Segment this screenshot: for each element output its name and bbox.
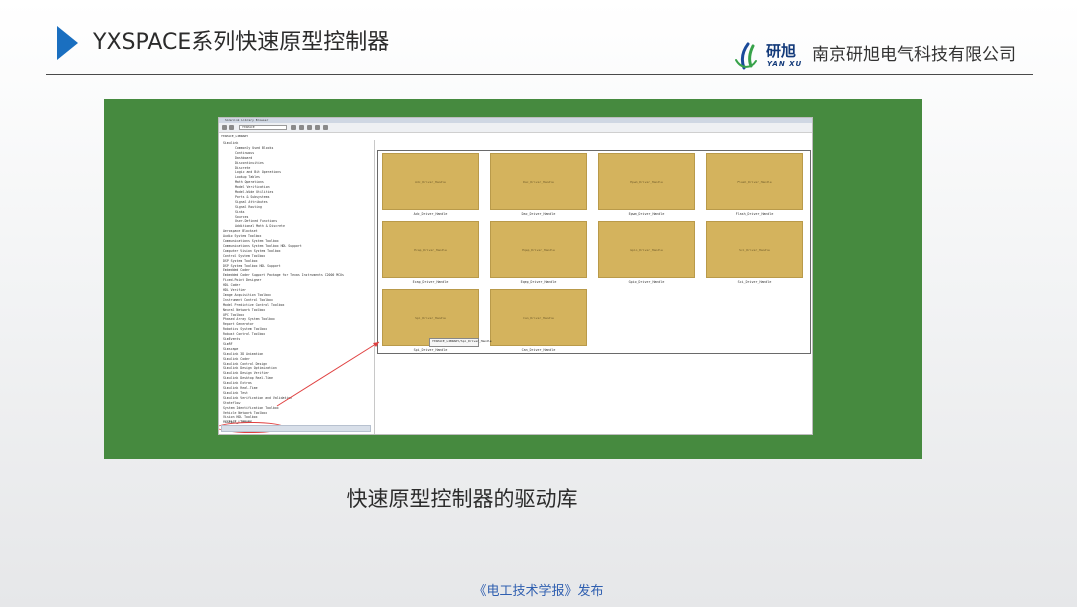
screenshot-frame: Simulink Library Browser YXSPACE YXSPACE… bbox=[104, 99, 922, 459]
library-browser-window: Simulink Library Browser YXSPACE YXSPACE… bbox=[218, 117, 813, 435]
logo-text-cn: 研旭 bbox=[766, 42, 797, 60]
company-logo: 研旭 YAN XU bbox=[733, 42, 803, 70]
logo-text-en: YAN XU bbox=[767, 60, 803, 68]
company-name: 南京研旭电气科技有限公司 bbox=[812, 45, 1016, 65]
annotation-arrow bbox=[276, 341, 380, 407]
footer-publisher: 《电工技术学报》发布 bbox=[473, 584, 604, 599]
page-title: YXSPACE系列快速原型控制器 bbox=[93, 30, 390, 55]
figure-caption: 快速原型控制器的驱动库 bbox=[346, 487, 578, 511]
title-marker-icon bbox=[57, 26, 78, 60]
yanxu-logo-icon bbox=[735, 42, 757, 70]
header-divider bbox=[46, 74, 1033, 75]
